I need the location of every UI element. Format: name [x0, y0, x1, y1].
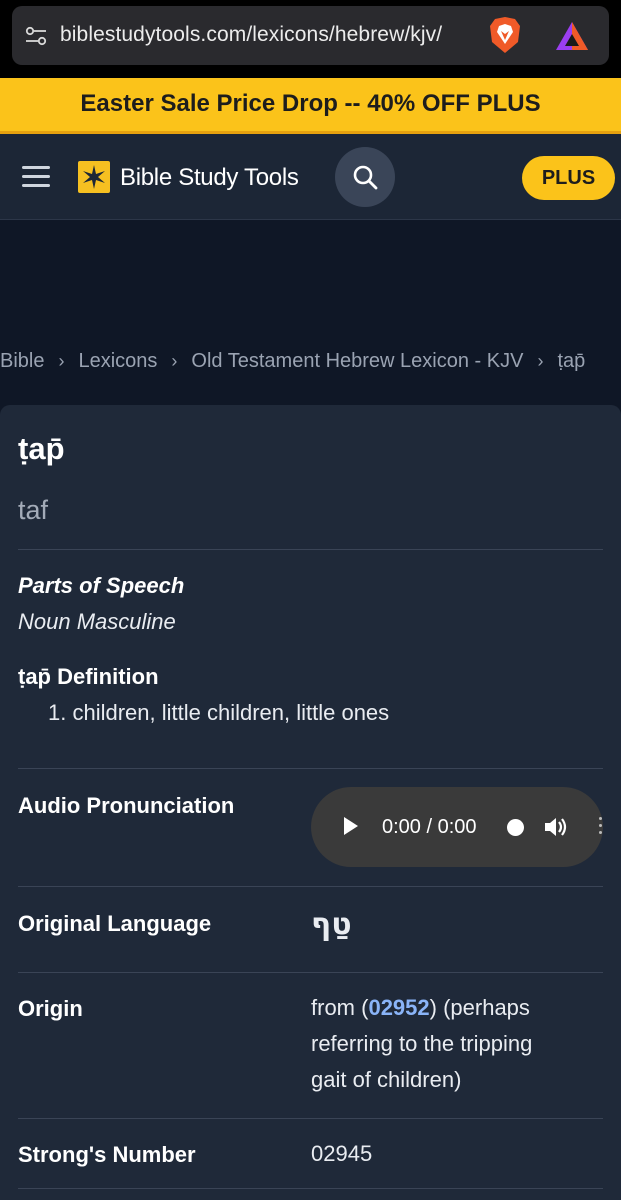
- play-icon[interactable]: [344, 817, 358, 835]
- browser-toolbar: biblestudytools.com/lexicons/hebrew/kjv/: [0, 0, 621, 78]
- page-title: ṭap̄: [18, 431, 65, 466]
- sale-banner[interactable]: Easter Sale Price Drop -- 40% OFF PLUS: [0, 78, 621, 134]
- brave-shield-icon[interactable]: [488, 16, 522, 54]
- volume-icon[interactable]: [543, 816, 569, 838]
- chevron-right-icon: ›: [58, 351, 65, 372]
- breadcrumb-item-lexicon[interactable]: Old Testament Hebrew Lexicon - KJV: [191, 350, 523, 373]
- origin-line-1: from (02952) (perhaps: [311, 990, 601, 1026]
- search-icon: [353, 165, 378, 190]
- search-button[interactable]: [335, 147, 395, 207]
- divider: [18, 972, 603, 973]
- hamburger-menu-icon[interactable]: [22, 164, 50, 188]
- definition-label: ṭap̄ Definition: [18, 664, 159, 689]
- original-language-label: Original Language: [18, 911, 212, 936]
- audio-time: 0:00 / 0:00: [382, 816, 477, 838]
- breadcrumb-item-current: ṭap̄: [557, 350, 586, 373]
- address-bar[interactable]: biblestudytools.com/lexicons/hebrew/kjv/: [12, 6, 609, 65]
- transliteration: taf: [18, 495, 49, 525]
- divider: [18, 549, 603, 550]
- more-options-icon[interactable]: [599, 815, 603, 837]
- divider: [18, 1188, 603, 1189]
- divider: [18, 768, 603, 769]
- origin-value: from (02952) (perhaps referring to the t…: [311, 990, 601, 1098]
- strongs-number-label: Strong's Number: [18, 1142, 196, 1167]
- logo-icon[interactable]: [78, 161, 110, 193]
- url-text[interactable]: biblestudytools.com/lexicons/hebrew/kjv/: [60, 23, 442, 47]
- original-language-value: טַף: [311, 907, 352, 942]
- plus-button[interactable]: PLUS: [522, 156, 615, 200]
- chevron-right-icon: ›: [537, 351, 544, 372]
- divider: [18, 1118, 603, 1119]
- site-header: Bible Study Tools PLUS: [0, 134, 621, 220]
- breadcrumb-item-lexicons[interactable]: Lexicons: [78, 350, 157, 373]
- strongs-number-value: 02945: [311, 1141, 373, 1166]
- audio-player[interactable]: 0:00 / 0:00: [311, 787, 603, 867]
- chevron-right-icon: ›: [171, 351, 178, 372]
- site-settings-icon[interactable]: [24, 24, 48, 48]
- sale-banner-text[interactable]: Easter Sale Price Drop -- 40% OFF PLUS: [80, 90, 540, 117]
- brave-rewards-icon[interactable]: [554, 20, 590, 52]
- origin-suffix: ) (perhaps: [429, 995, 530, 1020]
- origin-line-3: gait of children): [311, 1067, 462, 1092]
- audio-pronunciation-label: Audio Pronunciation: [18, 793, 235, 818]
- breadcrumb-item-bible[interactable]: Bible: [0, 350, 44, 373]
- origin-label: Origin: [18, 996, 83, 1021]
- origin-prefix: from (: [311, 995, 369, 1020]
- logo-text[interactable]: Bible Study Tools: [120, 164, 299, 192]
- origin-strongs-link[interactable]: 02952: [368, 995, 429, 1020]
- definition-item: 1. children, little children, little one…: [48, 700, 390, 725]
- audio-progress-handle[interactable]: [507, 819, 524, 836]
- breadcrumb: Bible › Lexicons › Old Testament Hebrew Lexi…: [0, 350, 621, 382]
- divider: [18, 886, 603, 887]
- parts-of-speech-label: Parts of Speech: [18, 573, 185, 598]
- origin-line-2: referring to the tripping: [311, 1031, 533, 1056]
- lexicon-entry-card: ṭap̄ taf Parts of Speech Noun Masculine …: [0, 405, 621, 1200]
- parts-of-speech-value: Noun Masculine: [18, 609, 176, 634]
